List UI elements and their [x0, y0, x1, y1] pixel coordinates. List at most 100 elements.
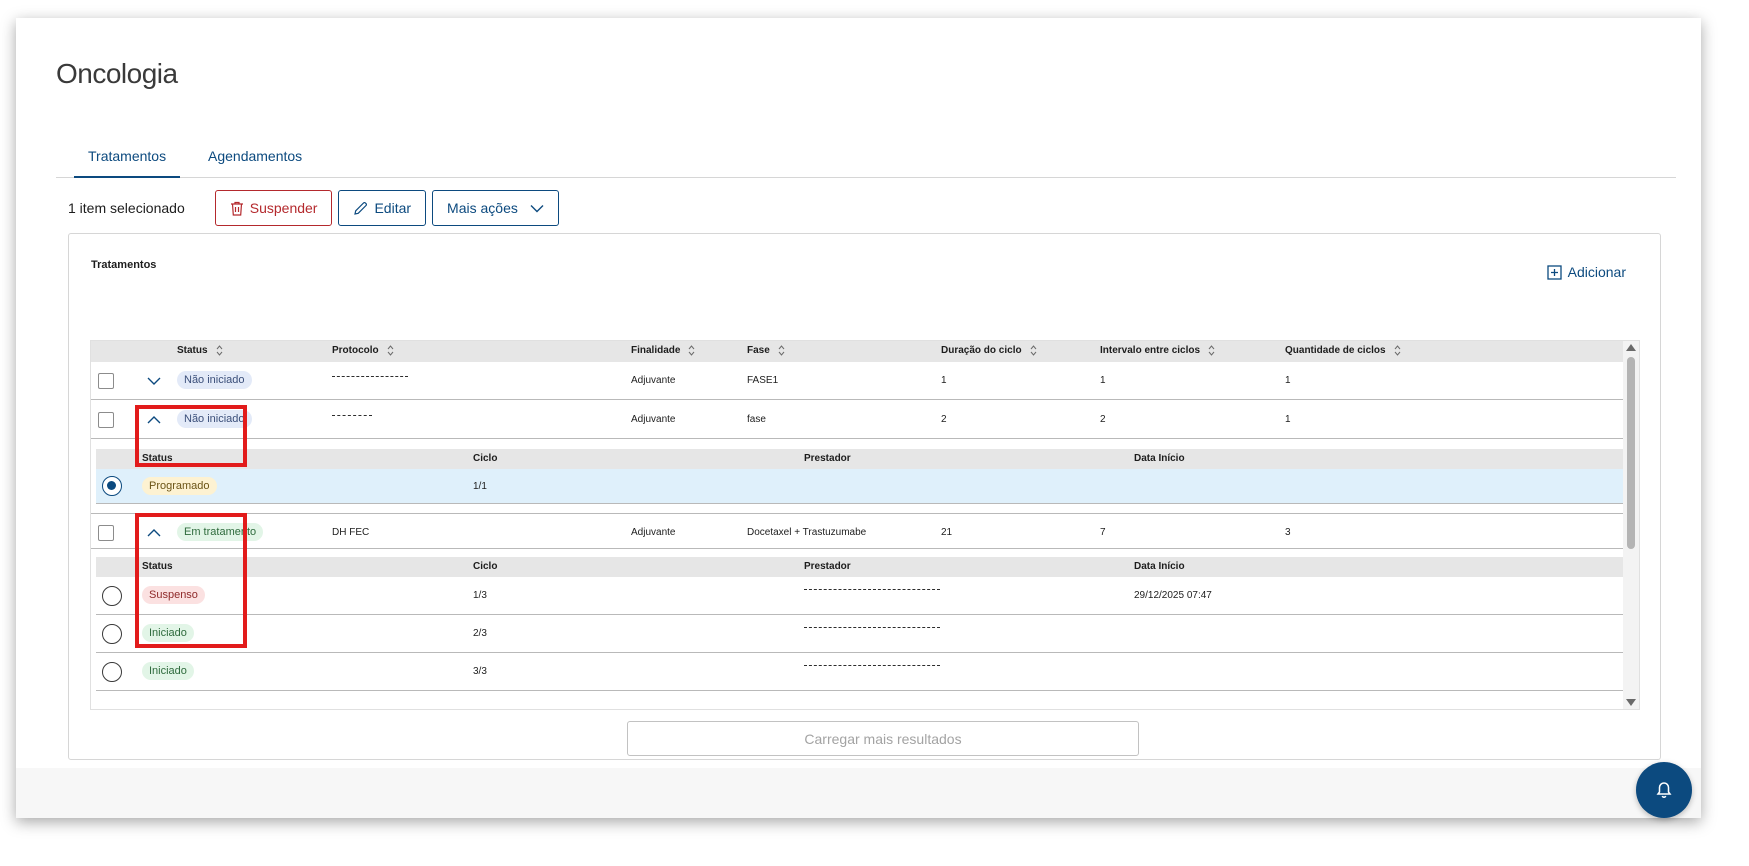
- row-checkbox[interactable]: [98, 373, 114, 389]
- trash-icon: [230, 201, 243, 216]
- footer-strip: [16, 768, 1701, 818]
- quantidade-cell: 1: [1285, 414, 1291, 425]
- header-duracao[interactable]: Duração do ciclo: [941, 345, 1037, 356]
- cycle-header-prestador: Prestador: [804, 561, 851, 572]
- header-quantidade[interactable]: Quantidade de ciclos: [1285, 345, 1401, 356]
- finalidade-cell: Adjuvante: [631, 414, 676, 425]
- cycle-row[interactable]: Suspenso 1/3 29/12/2025 07:47: [96, 577, 1623, 615]
- duracao-cell: 1: [941, 375, 947, 386]
- treatment-row[interactable]: Não iniciado Adjuvante FASE1 1 1 1: [91, 362, 1623, 400]
- header-duracao-label: Duração do ciclo: [941, 345, 1022, 356]
- header-intervalo-label: Intervalo entre ciclos: [1100, 345, 1201, 356]
- cycles-header: Status Ciclo Prestador Data Início: [96, 449, 1623, 469]
- status-badge: Não iniciado: [177, 371, 252, 389]
- cycle-row[interactable]: Iniciado 3/3: [96, 653, 1623, 691]
- sort-icon: [778, 345, 785, 356]
- selection-toolbar: 1 item selecionado Suspender Editar Mais…: [68, 190, 565, 226]
- masked-prestador: [804, 665, 940, 667]
- cycle-row[interactable]: Programado 1/1: [96, 469, 1623, 504]
- chevron-down-icon: [530, 204, 544, 212]
- scroll-up-arrow[interactable]: [1626, 344, 1636, 351]
- cycle-header-ciclo: Ciclo: [473, 561, 498, 572]
- tab-bar: Tratamentos Agendamentos: [56, 146, 1676, 178]
- edit-label: Editar: [374, 200, 412, 216]
- sort-icon: [216, 345, 222, 356]
- cycle-ciclo-cell: 3/3: [473, 666, 487, 677]
- cycle-header-data: Data Início: [1134, 561, 1185, 572]
- cycle-radio[interactable]: [102, 586, 122, 606]
- duracao-cell: 21: [941, 527, 953, 538]
- notifications-button[interactable]: [1636, 762, 1692, 818]
- app-window: Oncologia Tratamentos Agendamentos 1 ite…: [16, 18, 1701, 818]
- header-status[interactable]: Status: [177, 345, 223, 356]
- more-actions-label: Mais ações: [447, 200, 518, 216]
- pencil-icon: [354, 201, 368, 215]
- add-button[interactable]: Adicionar: [1546, 264, 1626, 280]
- cycle-radio[interactable]: [102, 476, 122, 496]
- cycle-status-badge: Programado: [142, 477, 217, 495]
- cycle-data-cell: 29/12/2025 07:47: [1134, 590, 1212, 601]
- suspend-label: Suspender: [249, 200, 318, 216]
- cycles-subtable: Status Ciclo Prestador Data Início Progr…: [96, 449, 1623, 504]
- intervalo-cell: 7: [1100, 527, 1106, 538]
- row-checkbox[interactable]: [98, 412, 114, 428]
- load-more-button[interactable]: Carregar mais resultados: [627, 721, 1139, 756]
- sort-icon: [1030, 345, 1036, 356]
- chevron-down-icon[interactable]: [146, 374, 162, 388]
- header-finalidade-label: Finalidade: [631, 345, 681, 356]
- treatments-card: Tratamentos Adicionar Status Protocolo F…: [68, 233, 1661, 760]
- tab-agendamentos[interactable]: Agendamentos: [194, 146, 316, 178]
- cycle-header-ciclo: Ciclo: [473, 453, 498, 464]
- cycle-radio[interactable]: [102, 624, 122, 644]
- cycle-row[interactable]: Iniciado 2/3: [96, 615, 1623, 653]
- sort-icon: [1394, 345, 1400, 356]
- highlight-box: [135, 513, 247, 648]
- row-checkbox[interactable]: [98, 525, 114, 541]
- treatment-row[interactable]: Não iniciado Adjuvante fase 2 2 1: [91, 401, 1623, 439]
- scroll-down-arrow[interactable]: [1626, 699, 1636, 706]
- masked-protocol: [332, 415, 372, 417]
- cycle-ciclo-cell: 1/1: [473, 481, 487, 492]
- protocolo-cell: DH FEC: [332, 527, 370, 538]
- vertical-scrollbar[interactable]: [1623, 341, 1639, 709]
- sort-icon: [387, 345, 394, 356]
- fase-cell: Docetaxel + Trastuzumabe: [747, 527, 867, 538]
- header-quantidade-label: Quantidade de ciclos: [1285, 345, 1386, 356]
- finalidade-cell: Adjuvante: [631, 375, 676, 386]
- treatment-row[interactable]: Em tratamento DH FEC Adjuvante Docetaxel…: [91, 513, 1623, 549]
- more-actions-button[interactable]: Mais ações: [432, 190, 559, 226]
- cycle-status-badge: Iniciado: [142, 662, 194, 680]
- quantidade-cell: 1: [1285, 375, 1291, 386]
- intervalo-cell: 1: [1100, 375, 1106, 386]
- tab-tratamentos[interactable]: Tratamentos: [74, 146, 181, 178]
- header-fase[interactable]: Fase: [747, 345, 785, 356]
- header-protocolo-label: Protocolo: [332, 345, 379, 356]
- scrollbar-thumb[interactable]: [1627, 357, 1635, 549]
- suspend-button[interactable]: Suspender: [214, 190, 333, 226]
- fase-cell: fase: [747, 414, 766, 425]
- cycle-header-data: Data Início: [1134, 453, 1185, 464]
- page-title: Oncologia: [56, 58, 178, 89]
- header-status-label: Status: [177, 345, 208, 356]
- quantidade-cell: 3: [1285, 527, 1291, 538]
- masked-prestador: [804, 627, 940, 629]
- cycles-subtable: Status Ciclo Prestador Data Início Suspe…: [96, 557, 1623, 709]
- highlight-box: [135, 405, 247, 467]
- plus-square-icon: [1546, 264, 1562, 280]
- duracao-cell: 2: [941, 414, 947, 425]
- cycle-radio[interactable]: [102, 662, 122, 682]
- header-finalidade[interactable]: Finalidade: [631, 345, 695, 356]
- intervalo-cell: 2: [1100, 414, 1106, 425]
- finalidade-cell: Adjuvante: [631, 527, 676, 538]
- cycle-ciclo-cell: 1/3: [473, 590, 487, 601]
- header-intervalo[interactable]: Intervalo entre ciclos: [1100, 345, 1215, 356]
- grid-header: Status Protocolo Finalidade Fase Duração…: [91, 341, 1623, 362]
- edit-button[interactable]: Editar: [338, 190, 427, 226]
- header-fase-label: Fase: [747, 345, 770, 356]
- masked-protocol: [332, 376, 408, 378]
- masked-prestador: [804, 589, 940, 591]
- cycle-header-prestador: Prestador: [804, 453, 851, 464]
- fase-cell: FASE1: [747, 375, 779, 386]
- header-protocolo[interactable]: Protocolo: [332, 345, 394, 356]
- treatments-grid: Status Protocolo Finalidade Fase Duração…: [90, 340, 1640, 710]
